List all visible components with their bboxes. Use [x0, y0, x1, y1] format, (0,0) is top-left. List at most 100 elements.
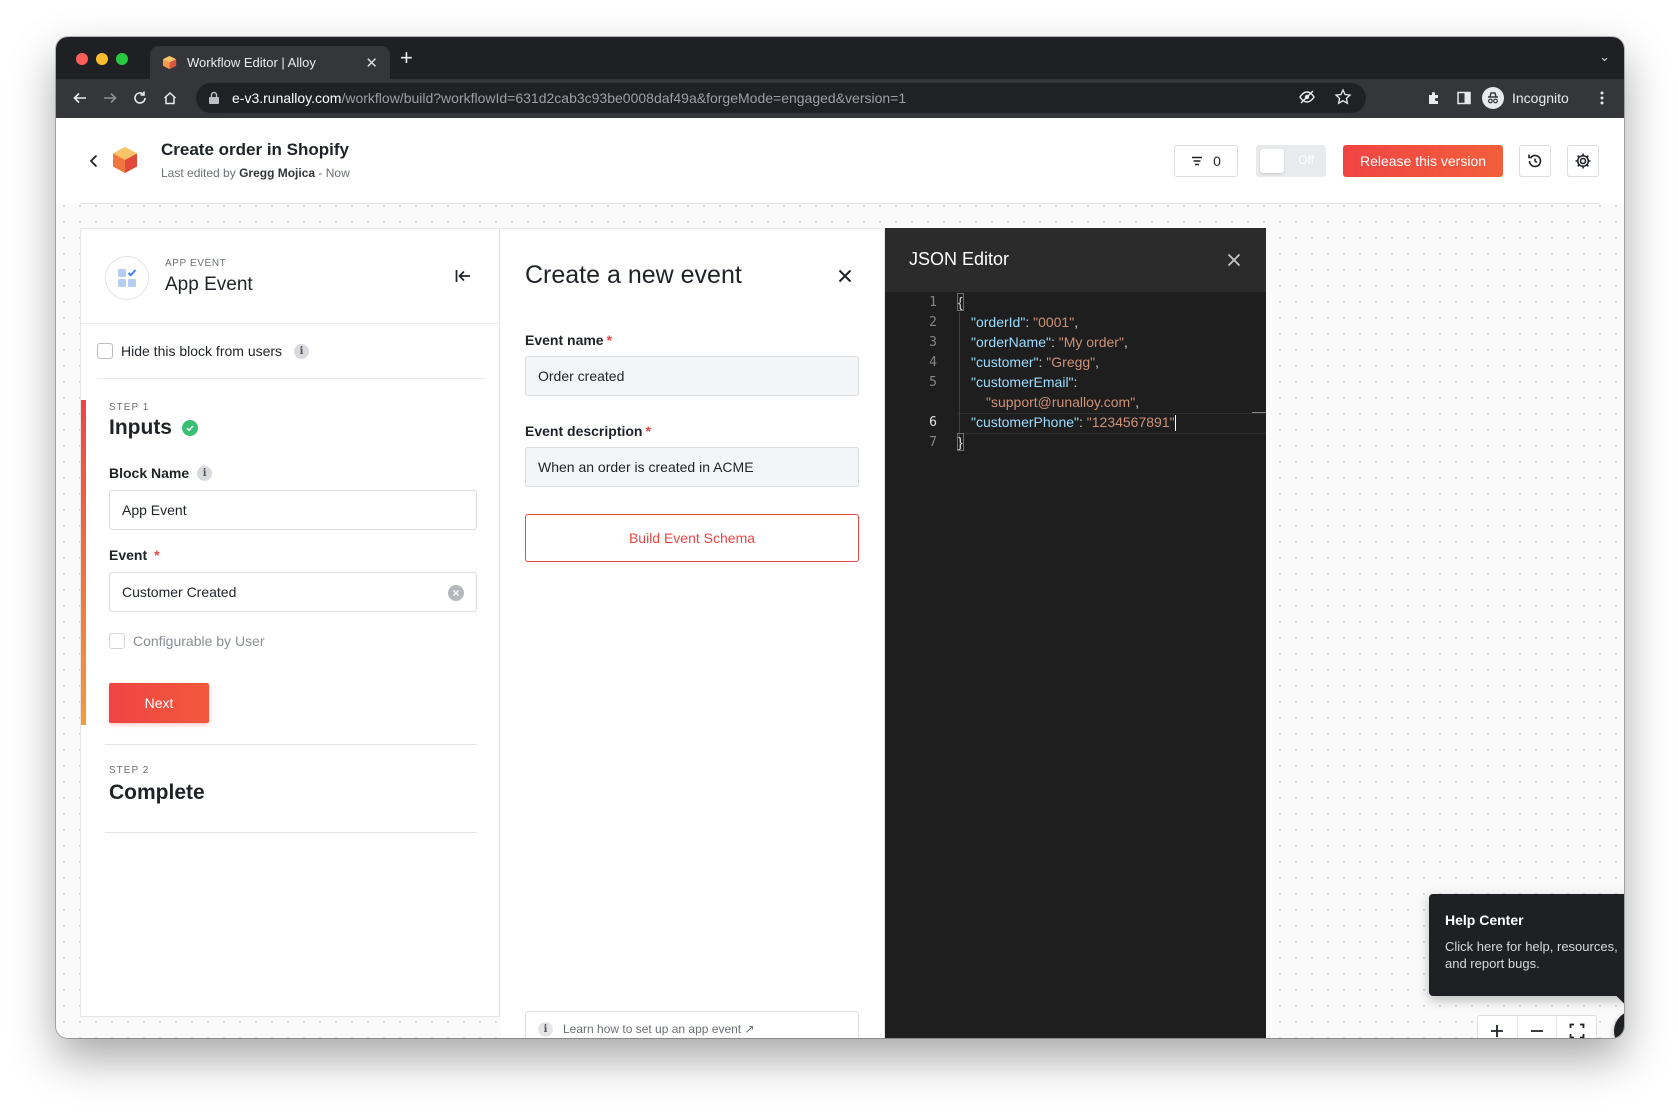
block-name-input[interactable]: App Event [109, 490, 477, 530]
json-comma: , [1074, 314, 1079, 330]
zoom-in-button[interactable] [1478, 1016, 1518, 1038]
tab-close-icon[interactable]: ✕ [365, 54, 378, 72]
close-event-panel-button[interactable] [836, 267, 854, 285]
block-name-label: Block Name i [109, 465, 213, 481]
workflow-title: Create order in Shopify [161, 140, 349, 159]
create-event-panel: Create a new event Event name * Order cre… [501, 228, 885, 1038]
lock-icon [209, 91, 219, 104]
build-event-schema-button[interactable]: Build Event Schema [525, 514, 859, 562]
step1-title-text: Inputs [109, 416, 172, 439]
browser-tab[interactable]: Workflow Editor | Alloy ✕ [150, 46, 390, 79]
close-json-editor-button[interactable] [1226, 252, 1242, 268]
event-name-input[interactable]: Order created [525, 356, 859, 396]
open-brace: { [957, 293, 964, 311]
close-icon [1227, 253, 1241, 267]
line-number: 2 [929, 315, 937, 330]
workflow-editor: Create order in Shopify Last edited by G… [56, 118, 1624, 1038]
browser-menu-icon[interactable] [1590, 86, 1614, 110]
hide-block-label: Hide this block from users [121, 343, 283, 359]
alloy-logo-icon [113, 147, 137, 173]
step-divider [105, 744, 477, 745]
json-key: "customer" [971, 354, 1039, 370]
event-description-input[interactable]: When an order is created in ACME [525, 447, 859, 487]
clear-circle-icon[interactable] [448, 585, 464, 601]
json-value: "My order" [1058, 334, 1124, 350]
code-line: "customerEmail": [971, 374, 1077, 390]
fit-view-button[interactable] [1557, 1016, 1596, 1038]
reload-icon[interactable] [128, 86, 152, 110]
star-icon[interactable] [1334, 88, 1352, 106]
close-window-button[interactable] [76, 53, 88, 65]
home-icon[interactable] [158, 86, 182, 110]
block-header: APP EVENT App Event [81, 229, 499, 324]
last-edited-user: Gregg Mojica [239, 166, 316, 180]
back-button[interactable] [84, 151, 104, 171]
forward-nav-icon[interactable] [98, 86, 122, 110]
hide-block-checkbox[interactable] [97, 343, 113, 359]
app-event-icon [105, 256, 149, 300]
back-nav-icon[interactable] [68, 86, 92, 110]
json-colon-wrapped: : [1073, 374, 1078, 390]
back-arrow-icon [89, 154, 98, 168]
json-editor-title: JSON Editor [909, 249, 1010, 269]
line-number: 7 [929, 435, 937, 450]
tab-search-chevron-icon[interactable]: ⌄ [1599, 49, 1610, 65]
extensions-icon[interactable] [1422, 86, 1446, 110]
help-button[interactable]: ? [1614, 1011, 1624, 1038]
filter-button[interactable]: 0 [1174, 145, 1238, 177]
next-button[interactable]: Next [109, 683, 209, 723]
active-step-indicator [81, 400, 86, 725]
minus-icon [1531, 1030, 1543, 1032]
event-name-label-text: Event name [525, 332, 604, 348]
minimize-window-button[interactable] [96, 53, 108, 65]
history-button[interactable] [1519, 145, 1551, 177]
step2-label: STEP 2 [109, 765, 150, 776]
step-divider [105, 832, 477, 833]
toggle-label: Off [1298, 153, 1314, 167]
text-caret [1174, 415, 1176, 432]
configurable-row: Configurable by User [109, 633, 265, 649]
json-value: "support@runalloy.com" [986, 394, 1136, 410]
collapse-panel-button[interactable] [453, 266, 473, 286]
json-key: "customerPhone" [971, 414, 1079, 430]
release-version-button[interactable]: Release this version [1343, 145, 1503, 177]
side-panel-icon[interactable] [1452, 86, 1476, 110]
workflow-toggle[interactable]: Off [1256, 145, 1326, 177]
line-number-gutter: 1 2 3 4 5 6 7 [885, 292, 957, 1038]
zoom-out-button[interactable] [1518, 1016, 1558, 1038]
code-line: { [957, 293, 964, 311]
hide-block-row: Hide this block from users i [97, 324, 485, 379]
event-label: Event * [109, 547, 160, 563]
code-line-active: "customerPhone": "1234567891" [971, 414, 1176, 432]
event-description-label: Event description * [525, 423, 651, 439]
last-edited-prefix: Last edited by [161, 166, 236, 180]
info-icon[interactable]: i [294, 343, 310, 359]
info-icon[interactable]: i [197, 465, 213, 481]
json-key: "customerEmail" [971, 374, 1074, 390]
new-tab-button[interactable]: + [400, 47, 413, 69]
maximize-window-button[interactable] [116, 53, 128, 65]
code-line: } [957, 433, 964, 451]
block-type-label: APP EVENT [165, 258, 227, 269]
required-marker: * [154, 547, 160, 563]
incognito-profile[interactable]: Incognito [1482, 83, 1569, 113]
address-bar[interactable]: e-v3.runalloy.com/workflow/build?workflo… [196, 83, 1366, 113]
json-value: "0001" [1033, 314, 1075, 330]
step2-title[interactable]: Complete [109, 781, 205, 805]
help-center-popover[interactable]: Help Center Click here for help, resourc… [1429, 894, 1624, 996]
event-select[interactable]: Customer Created [109, 572, 477, 612]
scrollbar-marker [1252, 412, 1266, 413]
json-editor-header: JSON Editor [885, 228, 1266, 292]
filter-count: 0 [1213, 153, 1221, 169]
tab-strip: Workflow Editor | Alloy ✕ + ⌄ [56, 37, 1624, 79]
learn-link-text: Learn how to set up an app event ↗ [563, 1022, 755, 1036]
json-colon: : [1079, 414, 1087, 430]
json-comma: , [1123, 334, 1128, 350]
configurable-checkbox[interactable] [109, 633, 125, 649]
settings-button[interactable] [1567, 145, 1599, 177]
eye-off-icon[interactable] [1298, 88, 1316, 106]
code-line: "orderId": "0001", [971, 314, 1078, 330]
learn-app-event-link[interactable]: i Learn how to set up an app event ↗ [525, 1011, 859, 1038]
json-code-area[interactable]: { "orderId": "0001", "orderName": "My or… [957, 292, 1266, 1038]
line-number: 5 [929, 375, 937, 390]
